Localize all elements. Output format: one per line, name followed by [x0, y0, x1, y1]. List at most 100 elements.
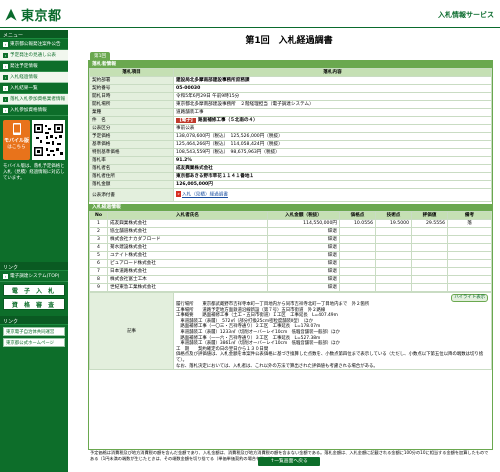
main-content: 第1回 入札経過調書: [86, 30, 492, 47]
sidebar-item-eprocurement-top[interactable]: › 電子調達システム(TOP): [0, 271, 68, 282]
arrow-icon: ›: [3, 74, 8, 80]
table-row: 開札場所 東京都北多摩南部建設事務所 ２階経理担当（電子調達システム）: [89, 100, 492, 109]
bidder-row: 4 菊水建設株式会社 辞退: [89, 243, 492, 252]
sidebar-item-qualification[interactable]: › 入札参加資格情報: [0, 105, 68, 116]
row-label: 契約部署: [89, 76, 174, 85]
highlight-link[interactable]: ハイライト表示: [451, 294, 488, 302]
arrow-icon: ›: [3, 63, 8, 69]
arrow-icon: ›: [3, 85, 8, 91]
arrow-icon: ›: [3, 96, 8, 102]
row-value: 東京都あきる野市草花１１４１番地１: [173, 172, 492, 181]
row-label: 落札者住所: [89, 172, 174, 181]
col-amount: 入札金額（税抜）: [267, 211, 340, 220]
row-value: 108,543,559円（税込） 98,675,963円（税抜）: [173, 148, 492, 157]
bidders-table: No 入札者氏名 入札金額（税抜） 価格点 技術点 評価値 備考 1 成友興業株式…: [89, 211, 492, 292]
arrow-icon: ›: [3, 107, 8, 113]
bidder-row: 3 株式会社ナカダフロード 辞退: [89, 235, 492, 244]
bidder-row: 9 世紀東急工業株式会社 辞退: [89, 283, 492, 292]
bidders-header-row: No 入札者氏名 入札金額（税抜） 価格点 技術点 評価値 備考: [89, 211, 492, 220]
table-row: 特別基準価格 108,543,559円（税込） 98,675,963円（税抜）: [89, 148, 492, 157]
back-to-list-button[interactable]: ↑一覧画面へ戻る: [258, 457, 320, 466]
row-label: 公表添付書: [89, 188, 174, 202]
col-bidder: 入札者氏名: [107, 211, 268, 220]
row-value: 【電子】 路面補修工事（５北南の４）: [173, 116, 492, 125]
row-value: 令和5年6月29日 午前9時15分: [173, 92, 492, 101]
row-value: 東京都北多摩南部建設事務所 ２階経理担当（電子調達システム）: [173, 100, 492, 109]
table-row: 開札日時 令和5年6月29日 午前9時15分: [89, 92, 492, 101]
row-value: 成友興業株式会社: [173, 164, 492, 173]
qualification-review-button[interactable]: 資 格 審 査: [3, 298, 65, 310]
mobile-badge[interactable]: モバイル版 はこちら: [3, 120, 30, 160]
award-header-content: 落札内容: [173, 68, 492, 77]
bidder-row: 8 株式会社富士工木 辞退: [89, 275, 492, 284]
arrow-icon: ›: [3, 273, 8, 279]
mobile-box: モバイル版 はこちら: [3, 120, 65, 160]
table-row: 業種 道路舗装工事: [89, 108, 492, 117]
remarks-row: 記事 ハイライト表示 履行場所 東京都武蔵野市吉祥寺本町一丁目地内から同市吉祥寺…: [89, 291, 492, 371]
table-row: 落札金額 126,005,000円: [89, 180, 492, 189]
arrow-icon: ›: [3, 52, 8, 58]
electronic-tag: 【電子】: [176, 118, 197, 123]
qr-code-icon: [32, 120, 65, 160]
row-label: 特別基準価格: [89, 148, 174, 157]
row-label: 落札率: [89, 156, 174, 165]
sidebar-sub-title: リンク: [0, 316, 68, 325]
bidders-section-title: 入札経過情報: [89, 204, 492, 211]
row-value: 125,464,266円（税込） 114,058,424円（税抜）: [173, 140, 492, 149]
service-name: 入札情報サービス: [438, 11, 494, 19]
row-label: 予定価格: [89, 132, 174, 141]
tokyo-logo[interactable]: 東京都: [4, 5, 62, 24]
row-label: 公表区分: [89, 124, 174, 133]
table-row: 落札率 91.2%: [89, 156, 492, 165]
row-label: 基準価格: [89, 140, 174, 149]
row-value: 126,005,000円: [173, 180, 492, 189]
col-eval: 評価値: [411, 211, 448, 220]
e-bidding-button[interactable]: 電 子 入 札: [3, 284, 65, 296]
mobile-note: モバイル版は、落札予定価格と入札（見積）経過情報に対応しています。: [3, 164, 65, 181]
row-value: 91.2%: [173, 156, 492, 165]
col-note: 備考: [447, 211, 492, 220]
remarks-table: 記事 ハイライト表示 履行場所 東京都武蔵野市吉祥寺本町一丁目地内から同市吉祥寺…: [89, 291, 492, 371]
sidebar-item-forecast[interactable]: › 予定発注の見通し公表: [0, 50, 68, 61]
row-label: 開札日時: [89, 92, 174, 101]
sidebar-item-bid-results[interactable]: › 入札結果一覧: [0, 83, 68, 94]
arrow-icon: ›: [3, 41, 8, 47]
bidder-row: 7 日本道路株式会社 辞退: [89, 267, 492, 276]
round-badge: 第1回: [90, 52, 111, 60]
pdf-icon: P: [176, 191, 181, 198]
mobile-phone-icon: [12, 123, 21, 135]
sidebar-bottom: リンク › 電子調達システム(TOP) 電 子 入 札 資 格 審 査 リンク 東…: [0, 262, 68, 349]
sidebar-item-order-plan[interactable]: › 発注予定情報: [0, 61, 68, 72]
award-table: 落札項目 落札内容 契約部署 建設局北多摩南部建設事務所庶務課 契約番号 05-00…: [89, 68, 492, 202]
row-label: 開札場所: [89, 100, 174, 109]
sidebar-item-qualified-vendors[interactable]: › 落札入札参加資格業者情報: [0, 94, 68, 105]
tokyo-emblem-icon: [5, 8, 17, 21]
col-no: No: [89, 211, 108, 220]
bidder-row: 1 成友興業株式会社 114,550,000円 10.0556 19.5000 29.55…: [89, 219, 492, 228]
link-official-homepage[interactable]: 東京都公式ホームページ: [3, 338, 65, 347]
table-row: 落札者住所 東京都あきる野市草花１１４１番地１: [89, 172, 492, 181]
bidder-row: 6 ピュアロード株式会社 辞退: [89, 259, 492, 268]
mobile-badge-line1: モバイル版: [3, 138, 29, 144]
logo-text: 東京都: [21, 9, 62, 24]
row-value: 事前公表: [173, 124, 492, 133]
row-value: 05-00030: [173, 84, 492, 93]
row-label: 業種: [89, 108, 174, 117]
table-row: 件 名【電子】 路面補修工事（５北南の４）: [89, 116, 492, 125]
page-title: 第1回 入札経過調書: [245, 36, 333, 46]
bidder-row: 2 協立舗道株式会社 辞退: [89, 227, 492, 236]
row-label: 契約番号: [89, 84, 174, 93]
sidebar-item-bid-progress[interactable]: › 入札経過情報: [0, 72, 68, 83]
attachment-link[interactable]: 入札（見積）経過調書: [182, 193, 228, 198]
row-label: 件 名: [89, 116, 174, 125]
page-header: 東京都 入札情報サービス: [0, 0, 500, 28]
sidebar-menu-title: メニュー: [0, 30, 68, 39]
table-row: 落札者名 成友興業株式会社: [89, 164, 492, 173]
sidebar-item-public-notice[interactable]: › 東京都公報発注案件公告: [0, 39, 68, 50]
col-tech-pt: 技術点: [375, 211, 412, 220]
row-value: 建設局北多摩南部建設事務所庶務課: [173, 76, 492, 85]
link-joint-operation[interactable]: 東京電子自治体共同運営: [3, 327, 65, 336]
remarks-label: 記事: [89, 291, 174, 371]
sidebar: メニュー › 東京都公報発注案件公告 › 予定発注の見通し公表 › 発注予定情報 › 入…: [0, 30, 68, 472]
row-value: P 入札（見積）経過調書: [173, 188, 492, 202]
